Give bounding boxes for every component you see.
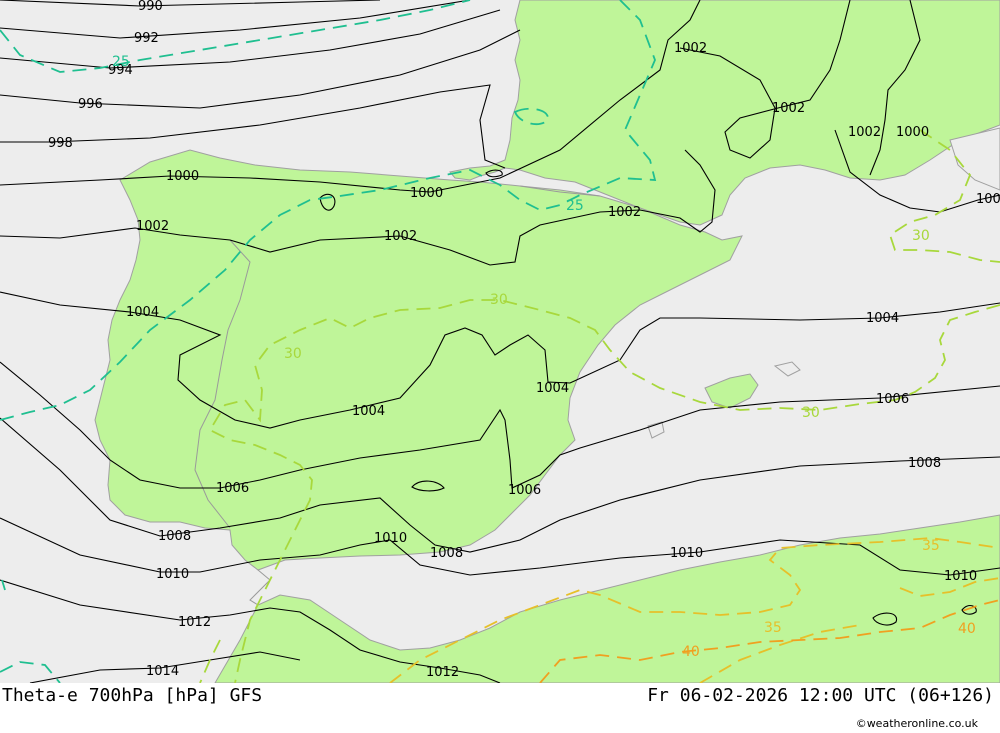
credit-link[interactable]: ©weatheronline.co.uk (856, 717, 978, 730)
isobar-label: 1010 (374, 531, 407, 546)
isobar-label: 1008 (158, 529, 191, 544)
isobar-label: 1010 (944, 569, 977, 584)
map-title: Theta-e 700hPa [hPa] GFS (2, 685, 263, 706)
isobar-label: 1008 (908, 456, 941, 471)
isobar-label: 1000 (410, 186, 443, 201)
isobar-label: 1006 (508, 483, 541, 498)
theta-e-label: 30 (912, 228, 930, 244)
isobar-label: 1008 (430, 546, 463, 561)
theta-e-label: 30 (490, 292, 508, 308)
isobar-label: 1002 (136, 219, 169, 234)
isobar-label: 1010 (670, 546, 703, 561)
isobar-label: 1012 (426, 665, 459, 680)
isobar-label: 1002 (772, 101, 805, 116)
isobar-label: 1006 (876, 392, 909, 407)
weather-map-view: 990 992 994 996 998 1000 1000 1000 1002 … (0, 0, 1000, 733)
isobar-label: 990 (138, 0, 163, 14)
theta-e-label: 40 (682, 644, 700, 660)
isobar-label: 1012 (178, 615, 211, 630)
theta-e-label: 30 (284, 346, 302, 362)
forecast-datetime: Fr 06-02-2026 12:00 UTC (06+126) (647, 685, 994, 706)
isobar-label: 1000 (896, 125, 929, 140)
isobar-label: 1004 (126, 305, 159, 320)
isobar-label: 992 (134, 31, 159, 46)
theta-e-label: 30 (802, 405, 820, 421)
map-footer: Theta-e 700hPa [hPa] GFS Fr 06-02-2026 1… (0, 683, 1000, 733)
isobar-label: 1002 (848, 125, 881, 140)
isobar-label: 1006 (216, 481, 249, 496)
theta-e-map: 990 992 994 996 998 1000 1000 1000 1002 … (0, 0, 1000, 683)
isobar-label: 1002 (608, 205, 641, 220)
isobar-label: 996 (78, 97, 103, 112)
theta-e-label: 25 (112, 54, 130, 70)
isobar-label: 1000 (166, 169, 199, 184)
isobar-label: 100 (976, 192, 1000, 207)
isobar-label: 1002 (384, 229, 417, 244)
isobar-label: 1004 (536, 381, 569, 396)
isobar-label: 1014 (146, 664, 179, 679)
theta-e-label: 35 (764, 620, 782, 636)
isobar-label: 998 (48, 136, 73, 151)
theta-e-label: 25 (566, 198, 584, 214)
theta-e-label: 40 (958, 621, 976, 637)
isobar-label: 1002 (674, 41, 707, 56)
isobar-label: 1004 (352, 404, 385, 419)
theta-e-label: 35 (922, 538, 940, 554)
isobar-label: 1004 (866, 311, 899, 326)
isobar-label: 1010 (156, 567, 189, 582)
